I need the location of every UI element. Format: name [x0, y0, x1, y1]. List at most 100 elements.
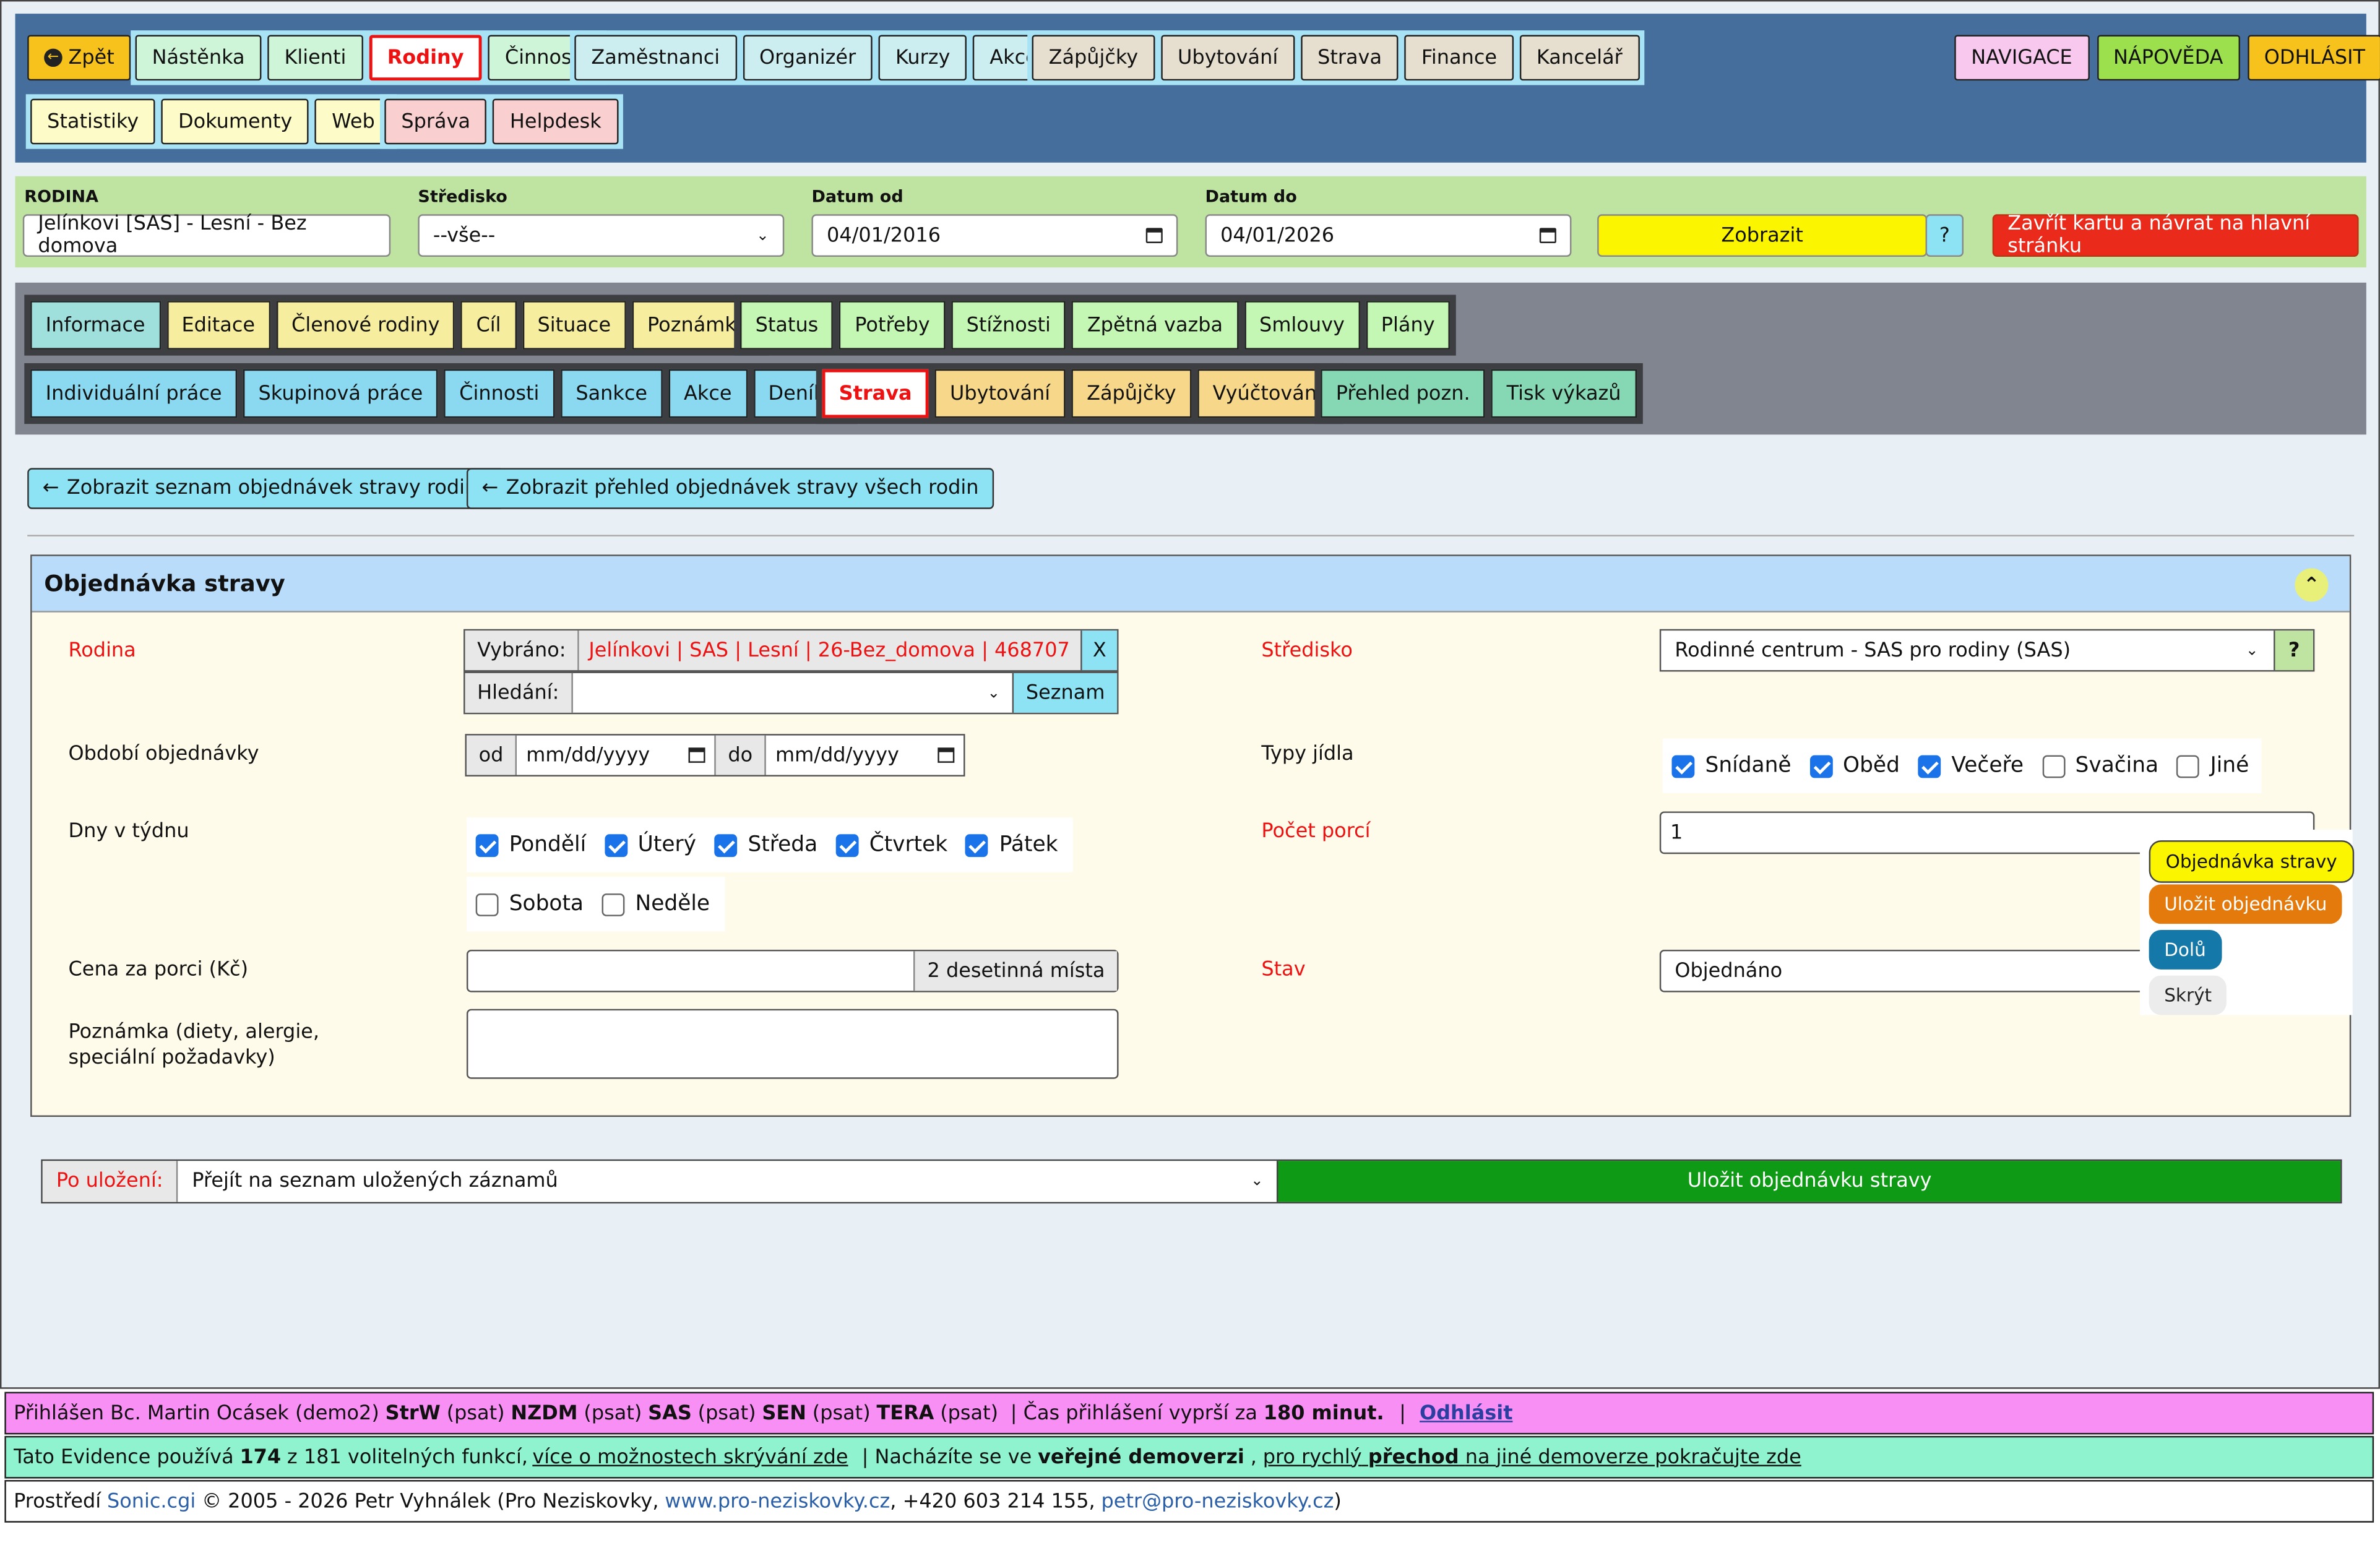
odhlasit-button[interactable]: ODHLÁSIT	[2247, 35, 2380, 81]
nav-finance[interactable]: Finance	[1404, 35, 1514, 81]
checkbox-checked-icon	[965, 833, 989, 856]
nav-helpdesk[interactable]: Helpdesk	[493, 98, 618, 145]
page: ← Zpět Nástěnka Klienti Rodiny Činnosti …	[0, 0, 2380, 1526]
nav-zapujcky[interactable]: Zápůjčky	[1032, 35, 1155, 81]
den-sobota-checkbox[interactable]: Sobota	[475, 892, 584, 916]
tab-tisk-vykazu[interactable]: Tisk výkazů	[1491, 369, 1637, 418]
tab-skupinova-prace[interactable]: Skupinová práce	[243, 369, 438, 418]
seznam-objednavek-link[interactable]: ← Zobrazit seznam objednávek stravy rodi…	[27, 468, 504, 509]
stredisko-filter-select[interactable]: --vše-- ⌄	[418, 214, 785, 257]
tab-situace[interactable]: Situace	[522, 301, 626, 350]
nav-nastenka[interactable]: Nástěnka	[135, 35, 262, 81]
po-ulozeni-select[interactable]: Přejít na seznam uložených záznamů ⌄	[178, 1161, 1277, 1202]
collapse-chevron-up-icon[interactable]: ⌃	[2295, 568, 2329, 602]
tab-potreby[interactable]: Potřeby	[839, 301, 946, 350]
tab-zapujcky[interactable]: Zápůjčky	[1071, 369, 1192, 418]
tab-strava[interactable]: Strava	[822, 369, 929, 418]
hledani-select[interactable]: ⌄	[572, 684, 1012, 701]
nav-rodiny[interactable]: Rodiny	[369, 35, 483, 81]
typ-jine-checkbox[interactable]: Jiné	[2176, 754, 2249, 778]
tab-status[interactable]: Status	[740, 301, 834, 350]
float-objednavka-button[interactable]: Objednávka stravy	[2149, 840, 2354, 883]
stredisko-select[interactable]: Rodinné centrum - SAS pro rodiny (SAS) ⌄…	[1659, 629, 2315, 672]
nav-ubytovani[interactable]: Ubytování	[1161, 35, 1295, 81]
nav-dokumenty[interactable]: Dokumenty	[161, 98, 309, 145]
cena-input[interactable]	[468, 951, 913, 991]
tab-sankce[interactable]: Sankce	[560, 369, 663, 418]
napoveda-button[interactable]: NÁPOVĚDA	[2097, 35, 2240, 81]
den-nedele-checkbox[interactable]: Neděle	[601, 892, 710, 916]
chevron-down-icon: ⌄	[1251, 1172, 1264, 1190]
ulozit-objednavku-button[interactable]: Uložit objednávku stravy	[1277, 1161, 2341, 1202]
tab-stiznosti[interactable]: Stížnosti	[951, 301, 1066, 350]
tab-smlouvy[interactable]: Smlouvy	[1244, 301, 1360, 350]
calendar-icon[interactable]	[1145, 228, 1163, 243]
footer-email-link[interactable]: petr@pro-neziskovky.cz	[1102, 1490, 1334, 1513]
tab-individualni-prace[interactable]: Individuální práce	[30, 369, 238, 418]
tab-ubytovani[interactable]: Ubytování	[934, 369, 1066, 418]
tab-akce[interactable]: Akce	[668, 369, 748, 418]
zavrit-kartu-button[interactable]: Zavřít kartu a návrat na hlavní stránku	[1992, 213, 2359, 259]
back-button[interactable]: ← Zpět	[27, 35, 131, 81]
nav-strava[interactable]: Strava	[1301, 35, 1399, 81]
tab-cil[interactable]: Cíl	[460, 301, 517, 350]
footer-web-link[interactable]: www.pro-neziskovky.cz	[665, 1490, 890, 1513]
tab-group-work: Individuální práce Skupinová práce Činno…	[24, 363, 858, 424]
nav-kancelar[interactable]: Kancelář	[1519, 35, 1639, 81]
float-skryt-button[interactable]: Skrýt	[2149, 975, 2227, 1015]
nav-kurzy[interactable]: Kurzy	[879, 35, 967, 81]
footer-logout-link[interactable]: Odhlásit	[1420, 1402, 1512, 1425]
tab-group-status: Status Potřeby Stížnosti Zpětná vazba Sm…	[734, 295, 1457, 356]
navigace-button[interactable]: NAVIGACE	[1954, 35, 2089, 81]
footer-sonic-link[interactable]: Sonic.cgi	[107, 1490, 196, 1513]
footer-demo-switch-link[interactable]: pro rychlý přechod na jiné demoverze pok…	[1263, 1446, 1801, 1469]
typ-obed-checkbox[interactable]: Oběd	[1809, 754, 1900, 778]
nav-zamestnanci[interactable]: Zaměstnanci	[574, 35, 737, 81]
obdobi-label: Období objednávky	[68, 742, 259, 766]
filter-help-button[interactable]: ?	[1925, 214, 1964, 257]
poznamka-textarea[interactable]	[466, 1009, 1119, 1079]
tab-clenove-rodiny[interactable]: Členové rodiny	[276, 301, 455, 350]
tab-plany[interactable]: Plány	[1366, 301, 1451, 350]
den-utery-checkbox[interactable]: Úterý	[604, 833, 696, 857]
nav-sprava[interactable]: Správa	[384, 98, 488, 145]
calendar-icon[interactable]	[1539, 228, 1556, 243]
den-streda-label: Středa	[748, 832, 818, 858]
tab-informace[interactable]: Informace	[30, 301, 161, 350]
tab-zpetna-vazba[interactable]: Zpětná vazba	[1072, 301, 1238, 350]
save-bar: Po uložení: Přejít na seznam uložených z…	[41, 1159, 2342, 1204]
stredisko-filter-label: Středisko	[418, 187, 507, 207]
objednavka-panel: Objednávka stravy ⌃ Rodina Vybráno: Jelí…	[30, 554, 2354, 1117]
prehled-objednavek-link[interactable]: ← Zobrazit přehled objednávek stravy vše…	[466, 468, 994, 509]
float-dolu-button[interactable]: Dolů	[2149, 930, 2222, 970]
typ-vecere-checkbox[interactable]: Večeře	[1918, 754, 2024, 778]
obdobi-od-input[interactable]: mm/dd/yyyy	[517, 744, 715, 767]
typ-svacina-checkbox[interactable]: Svačina	[2042, 754, 2158, 778]
nav-statistiky[interactable]: Statistiky	[30, 98, 156, 145]
calendar-icon[interactable]	[688, 747, 705, 763]
obdobi-do-input[interactable]: mm/dd/yyyy	[766, 744, 964, 767]
den-patek-checkbox[interactable]: Pátek	[965, 833, 1058, 857]
checkbox-checked-icon	[475, 833, 499, 856]
den-pondeli-checkbox[interactable]: Pondělí	[475, 833, 586, 857]
den-streda-checkbox[interactable]: Středa	[714, 833, 817, 857]
calendar-icon[interactable]	[938, 747, 955, 763]
back-label: Zpět	[68, 46, 114, 69]
typ-snidane-checkbox[interactable]: Snídaně	[1671, 754, 1791, 778]
typ-snidane-label: Snídaně	[1705, 754, 1791, 778]
seznam-button[interactable]: Seznam	[1012, 673, 1118, 713]
nav-organizer[interactable]: Organizér	[742, 35, 873, 81]
den-ctvrtek-checkbox[interactable]: Čtvrtek	[835, 833, 947, 857]
rodina-filter-input[interactable]: Jelínkovi [SAS] - Lesní - Bez domova	[22, 213, 391, 259]
float-ulozit-button[interactable]: Uložit objednávku	[2149, 884, 2342, 924]
nav-klienti[interactable]: Klienti	[267, 35, 363, 81]
datum-do-input[interactable]: 04/01/2026	[1205, 214, 1572, 257]
tab-prehled-pozn[interactable]: Přehled pozn.	[1321, 369, 1486, 418]
footer-hiding-link[interactable]: více o možnostech skrývání zde	[532, 1446, 848, 1469]
tab-editace[interactable]: Editace	[166, 301, 270, 350]
datum-od-input[interactable]: 04/01/2016	[811, 214, 1178, 257]
clear-selection-button[interactable]: X	[1080, 630, 1118, 671]
zobrazit-button[interactable]: Zobrazit	[1597, 214, 1928, 257]
stredisko-help-button[interactable]: ?	[2274, 630, 2313, 671]
tab-cinnosti[interactable]: Činnosti	[444, 369, 554, 418]
